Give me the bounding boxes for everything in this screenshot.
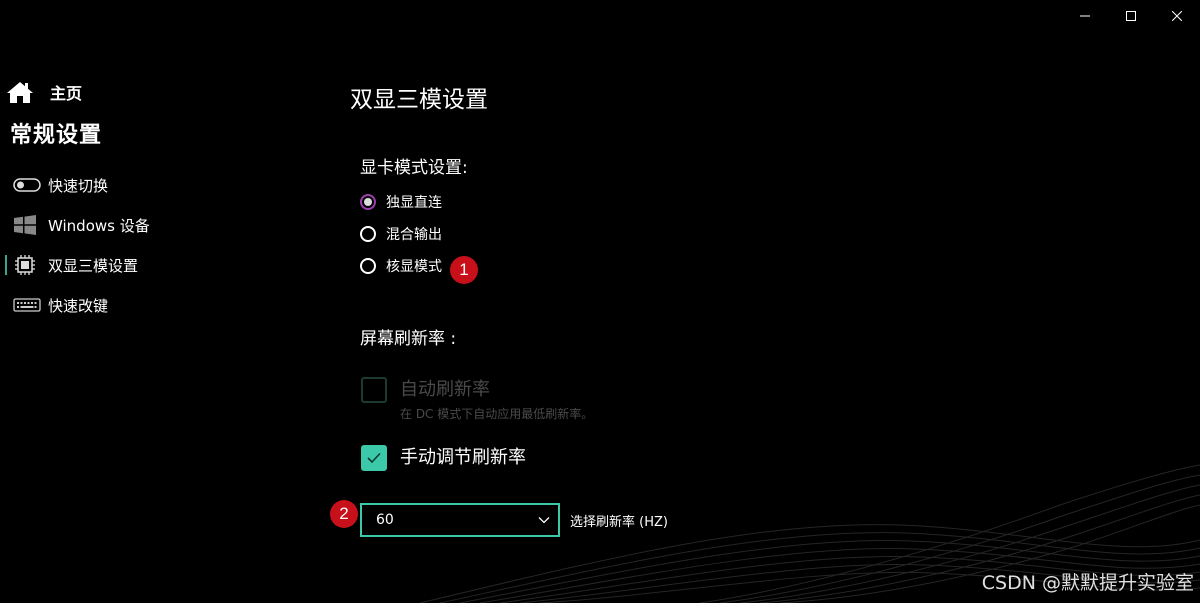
sidebar-item-label: 快速改键 — [48, 296, 109, 315]
window-controls — [1062, 0, 1200, 32]
refresh-rate-label: 屏幕刷新率 : — [360, 329, 457, 349]
select-value: 60 — [376, 512, 394, 528]
annotation-badge-2: 2 — [330, 500, 358, 528]
manual-refresh-label: 手动调节刷新率 — [400, 447, 526, 468]
active-indicator — [5, 255, 7, 275]
sidebar-item-windows-devices[interactable]: Windows 设备 — [0, 205, 300, 245]
chevron-down-icon — [538, 512, 550, 528]
home-nav-item[interactable]: 主页 — [6, 80, 82, 104]
home-icon — [6, 80, 34, 104]
gpu-mode-label: 显卡模式设置: — [360, 158, 468, 178]
close-button[interactable] — [1154, 0, 1200, 32]
page-title: 双显三模设置 — [350, 87, 488, 113]
radio-button[interactable] — [360, 194, 376, 210]
radio-option-discrete[interactable]: 独显直连 — [360, 192, 442, 212]
auto-refresh-label: 自动刷新率 — [400, 379, 490, 400]
toggle-icon — [13, 175, 41, 195]
maximize-button[interactable] — [1108, 0, 1154, 32]
keyboard-icon — [13, 295, 41, 315]
home-label: 主页 — [50, 84, 83, 103]
nav-list: 快速切换 Windows 设备 双显三模设置 快速改键 — [0, 165, 300, 325]
maximize-icon — [1126, 11, 1136, 21]
sidebar-item-label: 快速切换 — [48, 176, 109, 195]
close-icon — [1172, 11, 1182, 21]
select-refresh-label: 选择刷新率 (HZ) — [570, 514, 668, 530]
radio-label: 混合输出 — [386, 227, 442, 243]
auto-refresh-description: 在 DC 模式下自动应用最低刷新率。 — [400, 407, 594, 421]
sidebar-item-quick-switch[interactable]: 快速切换 — [0, 165, 300, 205]
sidebar-item-quick-keys[interactable]: 快速改键 — [0, 285, 300, 325]
auto-refresh-option: 自动刷新率 在 DC 模式下自动应用最低刷新率。 — [361, 377, 593, 422]
radio-option-hybrid[interactable]: 混合输出 — [360, 224, 442, 244]
watermark: CSDN @默默提升实验室 — [981, 572, 1194, 594]
minimize-icon — [1080, 11, 1090, 21]
radio-label: 核显模式 — [386, 259, 442, 275]
radio-button[interactable] — [360, 226, 376, 242]
auto-refresh-checkbox — [361, 377, 387, 403]
refresh-rate-select-row: 60 选择刷新率 (HZ) — [360, 503, 668, 537]
windows-icon — [13, 215, 41, 235]
radio-label: 独显直连 — [386, 195, 442, 211]
sidebar-item-dual-gpu[interactable]: 双显三模设置 — [0, 245, 300, 285]
refresh-rate-select[interactable]: 60 — [360, 503, 560, 537]
manual-refresh-option[interactable]: 手动调节刷新率 — [361, 445, 526, 471]
radio-button[interactable] — [360, 258, 376, 274]
checkmark-icon — [367, 452, 381, 464]
sidebar-item-label: Windows 设备 — [48, 216, 150, 235]
radio-option-integrated[interactable]: 核显模式 — [360, 256, 442, 276]
annotation-badge-1: 1 — [450, 256, 478, 284]
manual-refresh-checkbox[interactable] — [361, 445, 387, 471]
sidebar-item-label: 双显三模设置 — [48, 256, 139, 275]
chip-icon — [13, 255, 41, 275]
section-title: 常规设置 — [10, 123, 103, 148]
minimize-button[interactable] — [1062, 0, 1108, 32]
